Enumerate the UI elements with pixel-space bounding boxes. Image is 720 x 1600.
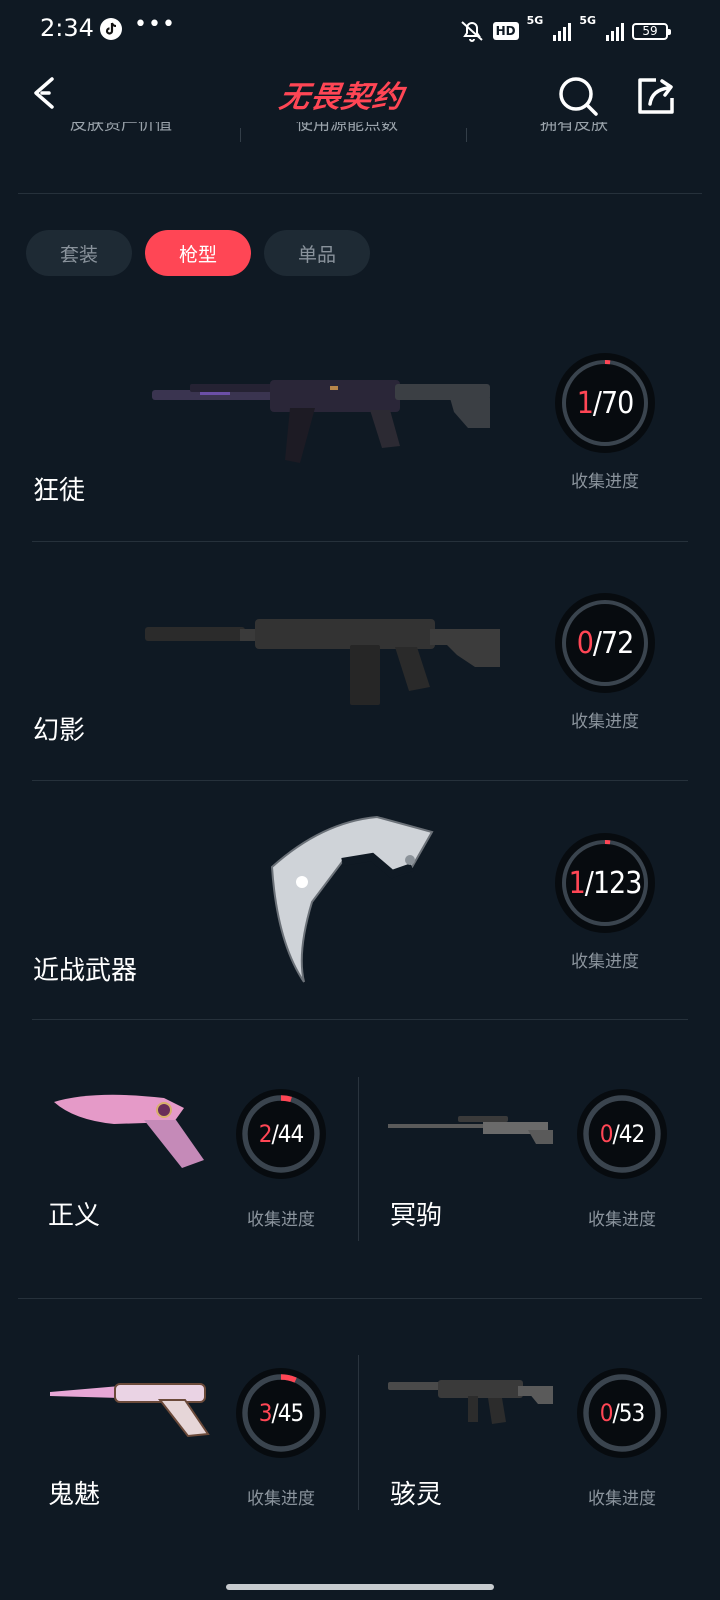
- separator: /: [592, 385, 602, 421]
- sheriff-pistol-image: [54, 1094, 204, 1168]
- progress-text: 0/42: [577, 1089, 667, 1179]
- divider: [18, 1298, 702, 1299]
- weapon-name: 近战武器: [33, 956, 138, 986]
- progress-ring: 0/72: [555, 593, 655, 693]
- tab-single[interactable]: 单品: [264, 230, 370, 276]
- progress-label: 收集进度: [588, 1489, 656, 1509]
- network-type-1: 5G: [526, 14, 544, 27]
- progress-text: 0/72: [555, 593, 655, 693]
- home-indicator[interactable]: [226, 1584, 494, 1590]
- progress-text: 1/70: [555, 353, 655, 453]
- vandal-rifle-image: [152, 380, 490, 463]
- hd-voice-badge: HD: [492, 22, 519, 40]
- progress-label: 收集进度: [571, 712, 639, 732]
- total-count: 72: [600, 625, 634, 661]
- weapon-card-vandal[interactable]: 狂徒 1/70 收集进度: [0, 320, 720, 540]
- stat-label: 拥有皮肤: [540, 122, 608, 135]
- weapon-name: 鬼魅: [48, 1480, 101, 1510]
- stat-label: 皮肤资产价值: [70, 122, 172, 135]
- search-icon[interactable]: [554, 72, 602, 120]
- battery-icon: 59: [632, 22, 671, 40]
- total-count: 70: [600, 385, 634, 421]
- divider: [240, 128, 241, 142]
- weapon-card-melee[interactable]: 近战武器 1/123 收集进度: [0, 800, 720, 1020]
- progress-label: 收集进度: [588, 1210, 656, 1230]
- status-more-dots: •••: [134, 12, 176, 37]
- divider: [32, 1019, 688, 1020]
- battery-level: 59: [642, 23, 658, 38]
- progress-ring: 3/45: [236, 1368, 326, 1458]
- progress-text: 1/123: [555, 833, 655, 933]
- weapon-card-phantom[interactable]: 幻影 0/72 收集进度: [0, 560, 720, 780]
- spectre-smg-image: [388, 1380, 553, 1424]
- tiktok-icon: [100, 18, 122, 40]
- progress-text: 0/53: [577, 1368, 667, 1458]
- owned-count: 0: [599, 1120, 614, 1148]
- karambit-knife-image: [270, 815, 434, 983]
- signal-strength-icon: [553, 21, 572, 41]
- progress-ring: 1/70: [555, 353, 655, 453]
- owned-count: 0: [599, 1399, 614, 1427]
- signal-strength-icon: [606, 21, 624, 41]
- page-title-text: 无畏契约: [277, 80, 406, 115]
- weapon-name: 幻影: [33, 716, 86, 746]
- progress-text: 3/45: [236, 1368, 326, 1458]
- stats-strip: 皮肤资产价值 使用源能点数 拥有皮肤: [0, 122, 720, 152]
- operator-sniper-image: [388, 1116, 553, 1144]
- tab-weapon-type[interactable]: 枪型: [145, 230, 251, 276]
- weapon-name: 骇灵: [390, 1480, 443, 1510]
- owned-count: 1: [576, 385, 594, 421]
- divider: [32, 541, 688, 542]
- phantom-rifle-image: [145, 619, 500, 705]
- ghost-pistol-image: [50, 1383, 210, 1438]
- divider: [358, 1355, 359, 1510]
- progress-label: 收集进度: [247, 1210, 315, 1230]
- owned-count: 1: [568, 865, 586, 901]
- owned-count: 2: [258, 1120, 273, 1148]
- total-count: 44: [277, 1120, 304, 1148]
- weapon-card-sheriff[interactable]: 正义 2/44 收集进度: [18, 1070, 358, 1250]
- progress-ring: 1/123: [555, 833, 655, 933]
- owned-count: 3: [258, 1399, 273, 1427]
- divider: [18, 193, 702, 194]
- progress-ring: 2/44: [236, 1089, 326, 1179]
- divider: [32, 780, 688, 781]
- divider: [466, 128, 467, 142]
- total-count: 123: [592, 865, 643, 901]
- weapon-name: 正义: [48, 1201, 101, 1231]
- progress-label: 收集进度: [247, 1489, 315, 1509]
- total-count: 42: [618, 1120, 645, 1148]
- tab-sets[interactable]: 套装: [26, 230, 132, 276]
- separator: /: [584, 865, 594, 901]
- weapon-name: 冥驹: [390, 1201, 443, 1231]
- owned-count: 0: [576, 625, 594, 661]
- progress-label: 收集进度: [571, 952, 639, 972]
- mute-bell-icon: [460, 21, 483, 42]
- weapon-card-ghost[interactable]: 鬼魅 3/45 收集进度: [18, 1350, 358, 1530]
- stat-label: 使用源能点数: [296, 122, 398, 135]
- separator: /: [592, 625, 602, 661]
- progress-ring: 0/53: [577, 1368, 667, 1458]
- weapon-name: 狂徒: [33, 476, 86, 506]
- weapon-card-operator[interactable]: 冥驹 0/42 收集进度: [360, 1070, 700, 1250]
- share-icon[interactable]: [632, 72, 680, 120]
- total-count: 53: [618, 1399, 645, 1427]
- progress-ring: 0/42: [577, 1089, 667, 1179]
- progress-label: 收集进度: [571, 472, 639, 492]
- total-count: 45: [277, 1399, 304, 1427]
- chevron-left-icon[interactable]: [24, 70, 70, 116]
- divider: [358, 1077, 359, 1241]
- status-indicators: HD 5G 5G 59: [459, 14, 671, 48]
- weapon-card-spectre[interactable]: 骇灵 0/53 收集进度: [360, 1350, 700, 1530]
- page-title: 无畏契约: [277, 72, 430, 116]
- status-time: 2:34: [40, 14, 94, 42]
- network-type-2: 5G: [579, 14, 596, 27]
- progress-text: 2/44: [236, 1089, 326, 1179]
